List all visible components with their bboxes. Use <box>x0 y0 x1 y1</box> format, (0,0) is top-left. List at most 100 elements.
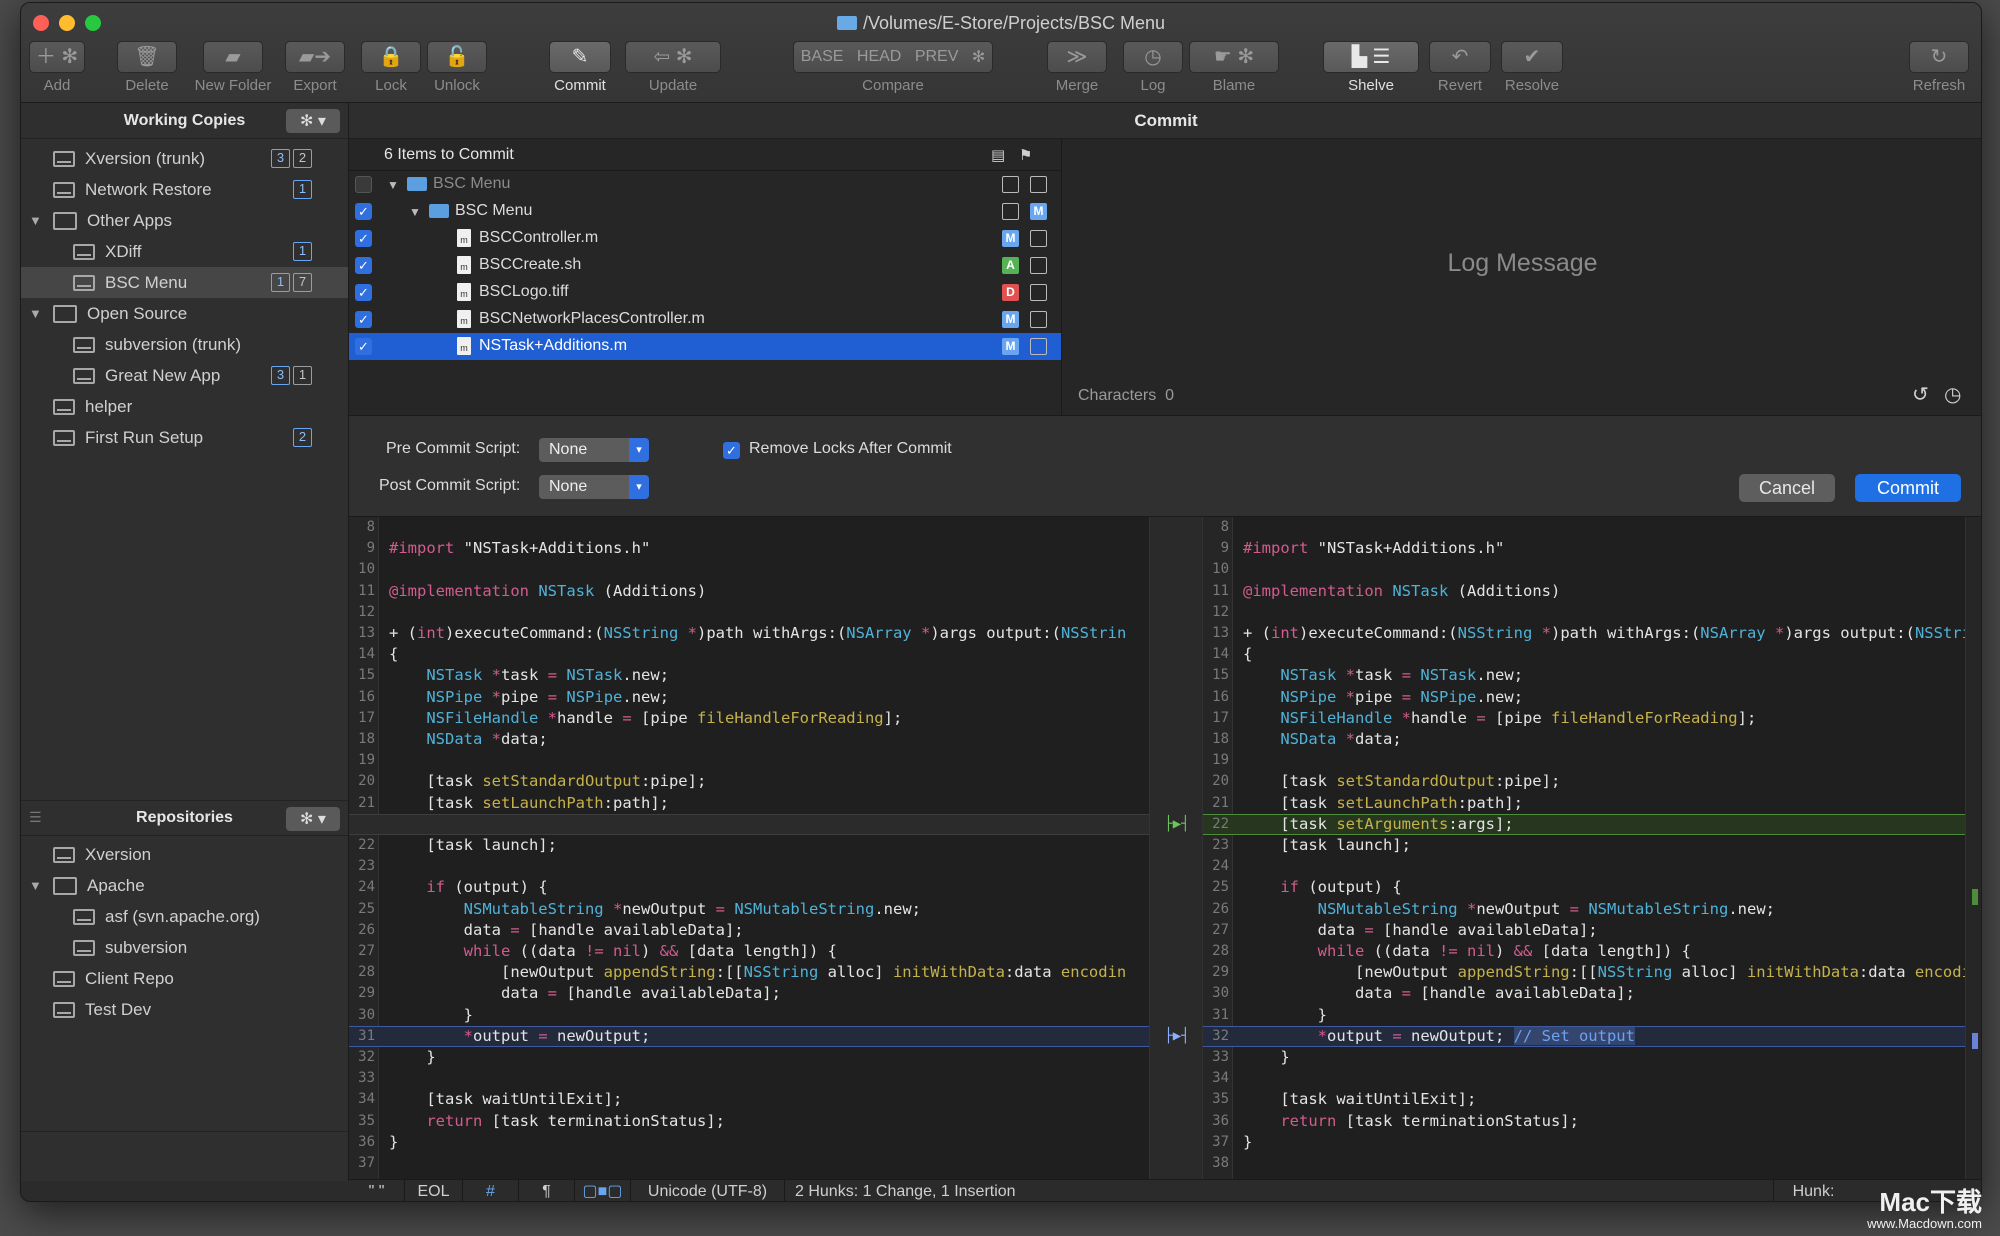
sidebar-item[interactable]: Xversion (trunk) 3 2 <box>21 143 348 174</box>
commit-item-row[interactable]: ▼ BSC Menu <box>349 171 1061 198</box>
line-numbers-toggle[interactable]: # <box>463 1180 519 1201</box>
disclosure-triangle-icon[interactable]: ▼ <box>29 306 42 321</box>
diff-left-pane[interactable]: 8 9 #import "NSTask+Additions.h" 10 11 @imple… <box>349 517 1149 1179</box>
update-button[interactable]: ⇦ ✻ <box>625 41 721 73</box>
new-folder-button[interactable]: ▰ <box>203 41 263 73</box>
sidebar-item[interactable]: Xversion <box>21 839 348 870</box>
sidebar-item[interactable]: ▼ Apache <box>21 870 348 901</box>
working-copies-gear-button[interactable]: ✻ ▾ <box>286 109 340 133</box>
sidebar-item[interactable]: subversion (trunk) <box>21 329 348 360</box>
unlock-button[interactable]: 🔓 <box>427 41 487 73</box>
commit-item-checkbox[interactable]: ✓ <box>355 203 372 220</box>
line-number <box>349 814 375 835</box>
sidebar-item[interactable]: helper <box>21 391 348 422</box>
bookmark-icon[interactable]: ⚑ <box>1019 146 1032 164</box>
sidebar-item[interactable]: Great New App 3 1 <box>21 360 348 391</box>
property-status-box <box>1030 338 1047 355</box>
merge-arrow-icon[interactable]: ├▶┤ <box>1154 1027 1200 1045</box>
remove-locks-checkbox[interactable]: ✓ <box>723 442 740 459</box>
code-line: data = [handle availableData]; <box>1243 920 1598 939</box>
log-button[interactable]: ◷ <box>1123 41 1183 73</box>
disclosure-triangle-icon[interactable]: ▼ <box>29 213 42 228</box>
change-marker <box>1972 1033 1978 1049</box>
sidebar-item[interactable]: Client Repo <box>21 963 348 994</box>
compare-head-button[interactable]: HEAD <box>857 48 901 66</box>
line-number: 19 <box>1212 752 1229 769</box>
log-message-editor[interactable]: Log Message Characters 0 ↺ ◷ <box>1062 139 1981 415</box>
sidebar-item[interactable]: Network Restore 1 <box>21 174 348 205</box>
commit-item-checkbox[interactable]: ✓ <box>355 311 372 328</box>
commit-item-row[interactable]: ✓ m BSCController.m M <box>349 225 1061 252</box>
document-icon[interactable]: ▤ <box>991 146 1005 164</box>
post-commit-select[interactable]: None ▾ <box>539 475 649 499</box>
commit-item-checkbox[interactable] <box>355 176 372 193</box>
refresh-button[interactable]: ↻ <box>1909 41 1969 73</box>
sidebar-item[interactable]: First Run Setup 2 <box>21 422 348 453</box>
line-number: 9 <box>1220 540 1229 557</box>
commit-item-row[interactable]: ✓ m BSCLogo.tiff D <box>349 279 1061 306</box>
unlock-icon: 🔓 <box>444 46 470 68</box>
commit-item-checkbox[interactable]: ✓ <box>355 257 372 274</box>
commit-item-row[interactable]: ✓ m NSTask+Additions.m M <box>349 333 1061 360</box>
sidebar-item[interactable]: ▼ Open Source <box>21 298 348 329</box>
code-line: } <box>389 1005 473 1024</box>
commit-item-checkbox[interactable]: ✓ <box>355 284 372 301</box>
sidebar-item[interactable]: XDiff 1 <box>21 236 348 267</box>
pre-commit-select[interactable]: None ▾ <box>539 438 649 462</box>
shelve-button[interactable]: ▙ ☰ <box>1323 41 1419 73</box>
quotes-toggle[interactable]: " " <box>349 1180 405 1201</box>
eol-toggle[interactable]: EOL <box>405 1180 463 1201</box>
lock-button[interactable]: 🔒 <box>361 41 421 73</box>
disclosure-triangle-icon[interactable]: ▼ <box>409 205 421 219</box>
delete-button[interactable]: 🗑 <box>117 41 177 73</box>
disclosure-triangle-icon[interactable]: ▼ <box>387 178 399 192</box>
history-clock-icon[interactable]: ◷ <box>1944 382 1961 407</box>
sidebar-item[interactable]: BSC Menu 1 7 <box>21 267 348 298</box>
commit-item-row[interactable]: ✓ m BSCCreate.sh A <box>349 252 1061 279</box>
diff-overview-scrollbar[interactable] <box>1965 517 1981 1179</box>
resolve-button[interactable]: ✔ <box>1501 41 1563 73</box>
sidebar-item[interactable]: ▼ Other Apps <box>21 205 348 236</box>
blame-button[interactable]: ☛ ✻ <box>1189 41 1279 73</box>
commit-toolbar-button[interactable]: ✎ <box>549 41 611 73</box>
compare-base-button[interactable]: BASE <box>801 48 844 66</box>
code-line: while ((data != nil) && [data length]) { <box>463 942 837 960</box>
code-line: [task setLaunchPath:path]; <box>389 793 669 812</box>
diff-right-pane[interactable]: 8 9 #import "NSTask+Additions.h" 10 11 @imple… <box>1203 517 1965 1179</box>
compare-prev-button[interactable]: PREV <box>915 48 959 66</box>
code-line: [task setLaunchPath:path]; <box>1243 793 1523 812</box>
sidebar-item[interactable]: subversion <box>21 932 348 963</box>
commit-item-row[interactable]: ✓ ▼ BSC Menu M <box>349 198 1061 225</box>
undo-icon[interactable]: ↺ <box>1912 382 1929 407</box>
sidebar-item-label: asf (svn.apache.org) <box>105 906 260 926</box>
add-button[interactable]: ＋ ✻ <box>29 41 85 73</box>
commit-item-row[interactable]: ✓ m BSCNetworkPlacesController.m M <box>349 306 1061 333</box>
commit-button[interactable]: Commit <box>1855 474 1961 502</box>
drag-handle-icon[interactable]: ☰ <box>29 809 42 826</box>
merge-arrow-icon[interactable]: ├▶┤ <box>1154 815 1200 833</box>
property-status-box <box>1030 311 1047 328</box>
items-header-label: 6 Items to Commit <box>384 145 514 163</box>
invisibles-toggle[interactable]: ¶ <box>519 1180 575 1201</box>
watermark-url: www.Macdown.com <box>1867 1216 1982 1231</box>
code-line: *output = newOutput; // Set output <box>1317 1026 1635 1045</box>
code-line: { <box>1243 645 1253 664</box>
revert-button[interactable]: ↶ <box>1429 41 1491 73</box>
merge-button[interactable]: ≫ <box>1047 41 1107 73</box>
delete-label: Delete <box>125 77 169 94</box>
repositories-gear-button[interactable]: ✻ ▾ <box>286 807 340 831</box>
commit-item-checkbox[interactable]: ✓ <box>355 230 372 247</box>
commit-item-checkbox[interactable]: ✓ <box>355 338 372 355</box>
line-number: 23 <box>1212 837 1229 853</box>
resolve-label: Resolve <box>1504 77 1560 94</box>
sidebar-item[interactable]: asf (svn.apache.org) <box>21 901 348 932</box>
diff-placeholder-line <box>349 813 1149 835</box>
code-line: @implementation NSTask (Additions) <box>389 581 707 600</box>
post-commit-label: Post Commit Script: <box>379 477 521 494</box>
layout-toggle[interactable]: ▢■▢ <box>575 1180 631 1201</box>
disclosure-triangle-icon[interactable]: ▼ <box>29 878 42 893</box>
export-button[interactable]: ▰➔ <box>285 41 345 73</box>
compare-segmented[interactable]: BASE HEAD PREV ✻ <box>793 41 993 73</box>
cancel-button[interactable]: Cancel <box>1739 474 1835 502</box>
sidebar-item[interactable]: Test Dev <box>21 994 348 1025</box>
